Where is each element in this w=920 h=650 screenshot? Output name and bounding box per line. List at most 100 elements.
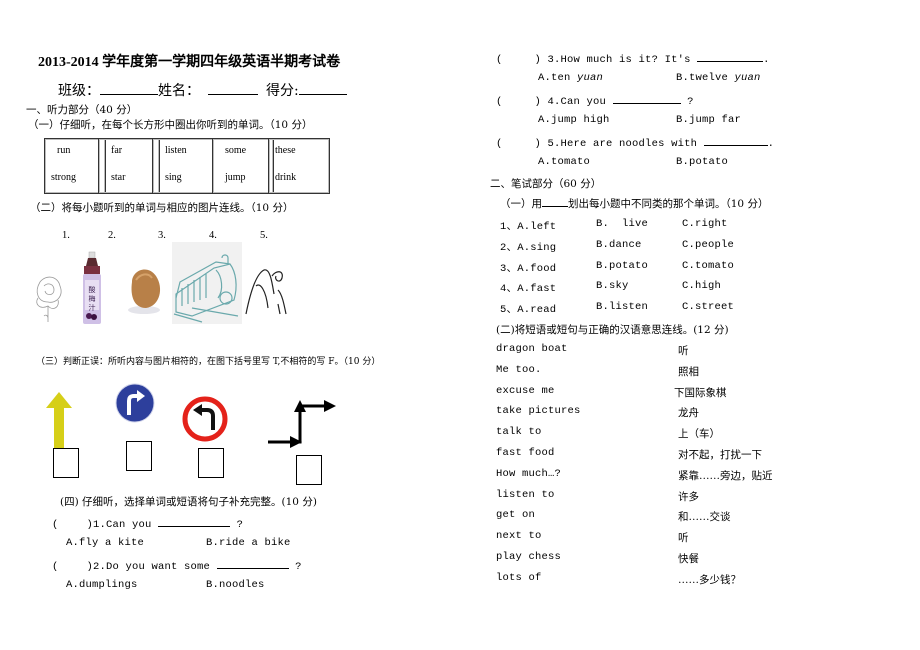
word-box[interactable]: these drink — [268, 138, 330, 194]
odd-option-b[interactable]: B. live — [596, 218, 648, 230]
word-option[interactable]: far — [111, 145, 122, 156]
answer-blank[interactable] — [158, 516, 231, 527]
answer-box-2[interactable] — [126, 441, 152, 471]
word-option[interactable]: some — [225, 145, 246, 156]
word-option[interactable]: sing — [165, 172, 182, 183]
chinese-meaning[interactable]: 龙舟 — [678, 405, 699, 420]
english-phrase[interactable]: Me too. — [496, 364, 542, 376]
word-box[interactable]: listen sing — [152, 138, 214, 194]
svg-text:梅: 梅 — [89, 294, 96, 303]
word-option[interactable]: these — [275, 145, 296, 156]
odd-option-a[interactable]: 4、A.fast — [500, 280, 556, 295]
english-phrase[interactable]: fast food — [496, 447, 555, 459]
underline-sample — [542, 196, 568, 207]
word-box[interactable]: far star — [98, 138, 160, 194]
chinese-meaning[interactable]: 听 — [678, 530, 689, 545]
odd-option-c[interactable]: C.high — [682, 280, 721, 292]
english-phrase[interactable]: play chess — [496, 551, 561, 563]
english-phrase[interactable]: lots of — [496, 572, 542, 584]
word-option[interactable]: run — [57, 145, 70, 156]
picture-number: 3. — [158, 230, 166, 241]
english-phrase[interactable]: dragon boat — [496, 343, 568, 355]
chinese-meaning[interactable]: 照相 — [678, 364, 699, 379]
odd-option-a[interactable]: 2、A.sing — [500, 239, 556, 254]
question-4: () 4.Can you ? — [496, 93, 694, 108]
picture-number: 5. — [260, 230, 268, 241]
chinese-meaning[interactable]: 和……交谈 — [678, 509, 731, 524]
turn-right-sign-icon — [115, 383, 155, 423]
word-option[interactable]: listen — [165, 145, 187, 156]
class-field[interactable] — [100, 84, 158, 95]
student-info-line: 班级： 姓名： 得分: — [58, 80, 347, 100]
answer-blank[interactable] — [703, 135, 768, 146]
odd-option-b[interactable]: B.sky — [596, 280, 629, 292]
answer-blank[interactable] — [612, 93, 681, 104]
question-5: () 5.Here are noodles with . — [496, 135, 774, 150]
word-option[interactable]: star — [111, 172, 125, 183]
option-b: B.potato — [676, 156, 729, 168]
part2-s1-heading: （一）用 划出每小题中不同类的那个单词。（10 分） — [500, 196, 769, 210]
part2-heading: 二、笔试部分（60 分） — [490, 178, 602, 190]
word-option[interactable]: jump — [225, 172, 246, 183]
answer-blank[interactable] — [697, 51, 764, 62]
odd-option-c[interactable]: C.tomato — [682, 260, 734, 272]
question-2: ()2.Do you want some ? — [52, 558, 302, 573]
english-phrase[interactable]: excuse me — [496, 385, 555, 397]
svg-text:酸: 酸 — [89, 285, 96, 294]
odd-option-a[interactable]: 3、A.food — [500, 260, 556, 275]
name-field[interactable] — [208, 84, 258, 95]
answer-box-3[interactable] — [198, 448, 224, 478]
straight-arrow-icon — [46, 392, 72, 448]
chinese-meaning[interactable]: 上（车） — [678, 426, 720, 441]
answer-blank[interactable] — [216, 558, 289, 569]
odd-option-c[interactable]: C.street — [682, 301, 734, 313]
answer-box-1[interactable] — [53, 448, 79, 478]
english-phrase[interactable]: next to — [496, 530, 542, 542]
part2-s2-heading: (二)将短语或短句与正确的汉语意思连线。(12 分) — [496, 324, 729, 336]
picture-number: 2. — [108, 230, 116, 241]
exam-title: 2013-2014 学年度第一学期四年级英语半期考试卷 — [38, 55, 341, 70]
score-label: 得分: — [266, 83, 299, 99]
english-phrase[interactable]: get on — [496, 509, 535, 521]
question-1: ()1.Can you ? — [52, 516, 243, 531]
question-3: () 3.How much is it? It's . — [496, 51, 770, 66]
part1-s4-heading: (四) 仔细听，选择单词或短语将句子补充完整。(10 分) — [60, 496, 317, 508]
word-option[interactable]: drink — [275, 172, 296, 183]
english-phrase[interactable]: talk to — [496, 426, 542, 438]
odd-option-b[interactable]: B.potato — [596, 260, 648, 272]
svg-text:汁: 汁 — [89, 303, 96, 312]
chinese-meaning[interactable]: ……多少钱？ — [678, 572, 741, 587]
no-left-turn-sign-icon — [182, 396, 228, 442]
odd-option-b[interactable]: B.dance — [596, 239, 642, 251]
option-b: B.twelve yuan — [676, 72, 761, 84]
answer-box-4[interactable] — [296, 455, 322, 485]
word-option[interactable]: strong — [51, 172, 76, 183]
odd-option-a[interactable]: 1、A.left — [500, 218, 556, 233]
odd-option-a[interactable]: 5、A.read — [500, 301, 556, 316]
option-a: A.jump high — [538, 114, 610, 126]
english-phrase[interactable]: listen to — [496, 489, 555, 501]
english-phrase[interactable]: How much…? — [496, 468, 561, 480]
score-field[interactable] — [298, 84, 347, 95]
odd-option-b[interactable]: B.listen — [596, 301, 648, 313]
part1-s2-heading: （二）将每小题听到的单词与相应的图片连线。（10 分） — [30, 202, 294, 214]
mountain-picture — [245, 269, 287, 315]
option-a: A.ten yuan — [538, 72, 604, 84]
english-phrase[interactable]: take pictures — [496, 405, 581, 417]
potato-picture — [128, 269, 161, 314]
part1-s1-heading: （一）仔细听，在每个长方形中圈出你听到的单词。（10 分） — [28, 119, 313, 131]
chinese-meaning[interactable]: 听 — [678, 343, 689, 358]
chinese-meaning[interactable]: 许多 — [678, 489, 699, 504]
word-box[interactable]: run strong — [44, 138, 106, 194]
option-b: B.ride a bike — [206, 537, 291, 549]
chinese-meaning[interactable]: 对不起，打扰一下 — [678, 447, 762, 462]
part1-s3-heading: （三）判断正误：所听内容与图片相符的，在图下括号里写 T,不相符的写 F。（10… — [36, 357, 381, 367]
odd-option-c[interactable]: C.right — [682, 218, 728, 230]
word-box[interactable]: some jump — [212, 138, 274, 194]
option-a: A.tomato — [538, 156, 591, 168]
chinese-meaning[interactable]: 快餐 — [678, 551, 699, 566]
chinese-meaning[interactable]: 紧靠……旁边，贴近 — [678, 468, 773, 483]
chinese-meaning[interactable]: 下国际象棋 — [674, 385, 727, 400]
train-picture — [172, 242, 242, 324]
odd-option-c[interactable]: C.people — [682, 239, 734, 251]
